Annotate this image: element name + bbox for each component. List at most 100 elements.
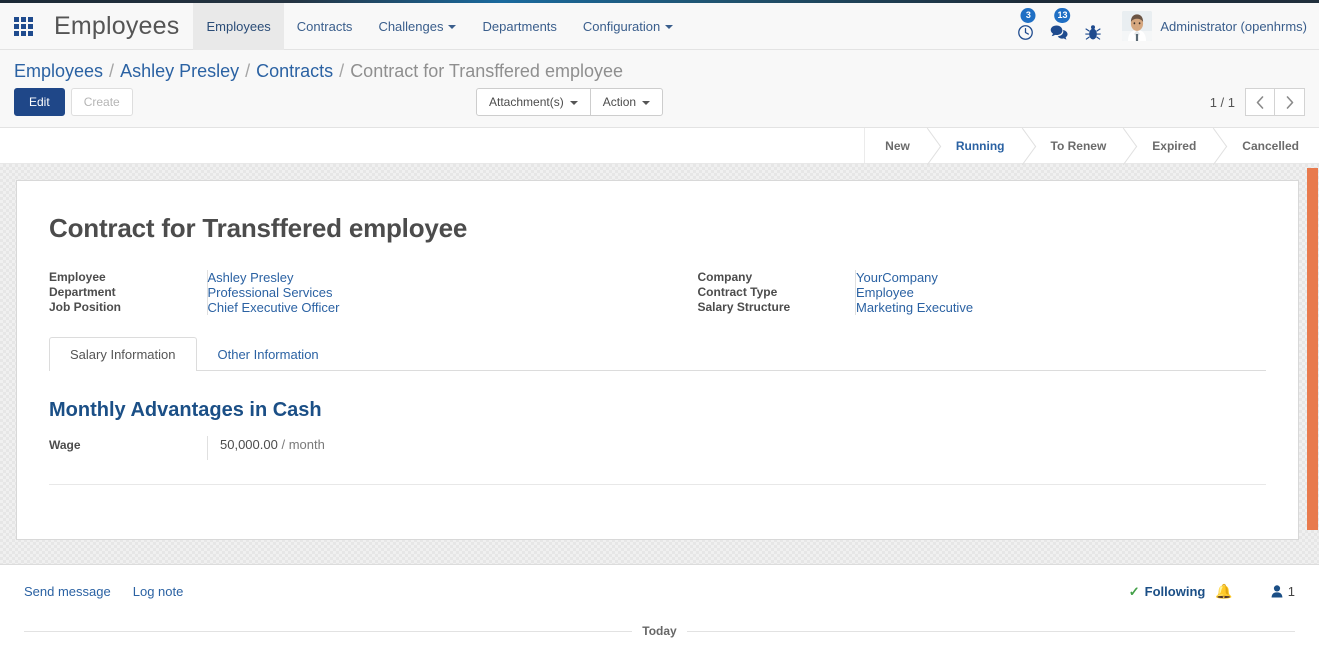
field-value-wage: 50,000.00 / month	[207, 436, 325, 460]
statusbar-item-expired[interactable]: Expired	[1126, 128, 1217, 163]
messages-badge: 13	[1054, 7, 1071, 23]
activities-button[interactable]: 3	[1008, 3, 1042, 50]
field-label-contract-type: Contract Type	[697, 285, 778, 299]
tab-other-information[interactable]: Other Information	[197, 337, 340, 371]
form-groups: Employee Ashley Presley Department Profe…	[49, 270, 1266, 315]
chevron-down-icon	[448, 25, 457, 30]
tab-salary-information-label: Salary Information	[70, 347, 176, 362]
page-title: Contract for Transffered employee	[49, 213, 468, 243]
clock-icon	[1017, 24, 1033, 40]
apps-menu-button[interactable]	[0, 3, 46, 49]
attachments-dropdown[interactable]: Attachment(s)	[476, 88, 591, 116]
menu-item-configuration-label: Configuration	[582, 18, 661, 34]
bell-icon[interactable]: 🔔	[1215, 583, 1232, 600]
followers-count: 1	[1287, 584, 1295, 599]
wage-amount: 50,000.00	[220, 437, 278, 452]
field-link-company[interactable]: YourCompany	[856, 270, 938, 285]
menu-item-contracts[interactable]: Contracts	[284, 3, 366, 50]
field-link-contract-type[interactable]: Employee	[856, 285, 914, 300]
field-label-company: Company	[697, 270, 753, 284]
field-label-salary-structure: Salary Structure	[697, 300, 791, 314]
vertical-scrollbar-thumb[interactable]	[1307, 168, 1318, 530]
following-label: Following	[1144, 584, 1206, 599]
field-link-salary-structure[interactable]: Marketing Executive	[856, 300, 973, 315]
field-row-job-position: Job Position Chief Executive Officer	[49, 300, 648, 315]
statusbar-item-to-renew[interactable]: To Renew	[1024, 128, 1127, 163]
apps-grid-icon	[13, 16, 33, 36]
chevron-down-icon	[642, 100, 651, 105]
followers-button[interactable]: 1	[1271, 584, 1295, 599]
chevron-down-icon	[569, 100, 578, 105]
top-navbar: Employees Employees Contracts Challenges…	[0, 2, 1319, 50]
field-row-employee: Employee Ashley Presley	[49, 270, 648, 285]
menu-item-employees[interactable]: Employees	[193, 2, 284, 50]
chatter-toolbar: Send message Log note ✓ Following 🔔 1	[24, 583, 1295, 600]
breadcrumb-item-employees[interactable]: Employees	[14, 61, 103, 82]
chatter: Send message Log note ✓ Following 🔔 1 To…	[0, 564, 1319, 665]
following-button[interactable]: ✓ Following	[1129, 584, 1206, 600]
menu-item-contracts-label: Contracts	[296, 18, 353, 34]
tab-salary-information[interactable]: Salary Information	[49, 337, 197, 371]
menu-item-departments[interactable]: Departments	[469, 3, 569, 50]
chevron-right-icon	[1286, 95, 1293, 109]
field-value-company: YourCompany	[855, 270, 1256, 285]
vertical-scrollbar[interactable]	[1306, 164, 1319, 564]
create-button[interactable]: Create	[70, 88, 133, 116]
chatter-date-label: Today	[642, 624, 677, 638]
app-brand-employees[interactable]: Employees	[46, 12, 193, 41]
send-message-button[interactable]: Send message	[24, 584, 111, 599]
notebook-tabs: Salary Information Other Information	[49, 337, 1266, 371]
control-panel: Employees / Ashley Presley / Contracts /…	[0, 50, 1319, 128]
activities-badge: 3	[1020, 7, 1036, 23]
menu-item-configuration[interactable]: Configuration	[570, 3, 686, 50]
form-scroll-area: Contract for Transffered employee Employ…	[0, 164, 1319, 564]
main-menu: Employees Contracts Challenges Departmen…	[193, 2, 686, 50]
breadcrumb-separator: /	[339, 61, 345, 81]
menu-item-challenges[interactable]: Challenges	[365, 3, 469, 50]
breadcrumb-item-contracts[interactable]: Contracts	[256, 61, 333, 82]
user-menu-button[interactable]: Administrator (openhrms)	[1152, 19, 1307, 34]
tab-pane-salary-information: Monthly Advantages in Cash Wage 50,000.0…	[49, 371, 1266, 485]
user-avatar-image	[1122, 11, 1153, 41]
section-title-monthly-advantages: Monthly Advantages in Cash	[49, 399, 322, 421]
notebook: Salary Information Other Information Mon…	[49, 337, 1266, 485]
developer-tools-button[interactable]	[1076, 3, 1110, 50]
field-row-department: Department Professional Services	[49, 285, 648, 300]
tab-other-information-label: Other Information	[217, 347, 319, 362]
divider-line-left	[24, 630, 633, 632]
divider-line-right	[686, 630, 1296, 632]
record-pager: 1 / 1	[1210, 88, 1305, 116]
field-link-department[interactable]: Professional Services	[208, 285, 333, 300]
field-link-employee[interactable]: Ashley Presley	[208, 270, 294, 285]
statusbar-item-new[interactable]: New	[865, 128, 930, 163]
avatar[interactable]	[1122, 11, 1153, 41]
statusbar-item-cancelled[interactable]: Cancelled	[1216, 128, 1319, 163]
statusbar-item-running[interactable]: Running	[929, 128, 1025, 163]
control-panel-dropdowns: Attachment(s) Action	[476, 88, 664, 116]
breadcrumb-separator: /	[245, 61, 251, 81]
edit-button[interactable]: Edit	[14, 88, 65, 116]
user-icon	[1271, 585, 1283, 598]
check-icon: ✓	[1128, 583, 1140, 599]
form-sheet: Contract for Transffered employee Employ…	[16, 180, 1299, 540]
field-value-contract-type: Employee	[855, 285, 1256, 300]
messages-button[interactable]: 13	[1042, 3, 1076, 50]
form-group-right: Company YourCompany Contract Type Employ…	[658, 270, 1267, 315]
menu-item-departments-label: Departments	[482, 18, 557, 34]
chatter-follow-tools: ✓ Following 🔔 1	[1129, 583, 1295, 600]
chatter-date-separator: Today	[24, 624, 1296, 638]
breadcrumb-item-ashley-presley[interactable]: Ashley Presley	[120, 61, 239, 82]
action-dropdown-label: Action	[602, 95, 637, 109]
action-dropdown[interactable]: Action	[589, 88, 664, 116]
field-label-employee: Employee	[49, 270, 106, 284]
section-divider	[49, 484, 1266, 485]
chevron-left-icon	[1256, 95, 1264, 109]
breadcrumb-item-current: Contract for Transffered employee	[350, 61, 623, 81]
log-note-button[interactable]: Log note	[133, 584, 184, 599]
wage-suffix: / month	[281, 437, 325, 452]
pager-next-button[interactable]	[1275, 88, 1305, 116]
breadcrumb: Employees / Ashley Presley / Contracts /…	[0, 50, 1319, 88]
field-link-job-position[interactable]: Chief Executive Officer	[208, 300, 340, 315]
statusbar: New Running To Renew Expired Cancelled	[864, 128, 1319, 163]
pager-previous-button[interactable]	[1245, 88, 1275, 116]
